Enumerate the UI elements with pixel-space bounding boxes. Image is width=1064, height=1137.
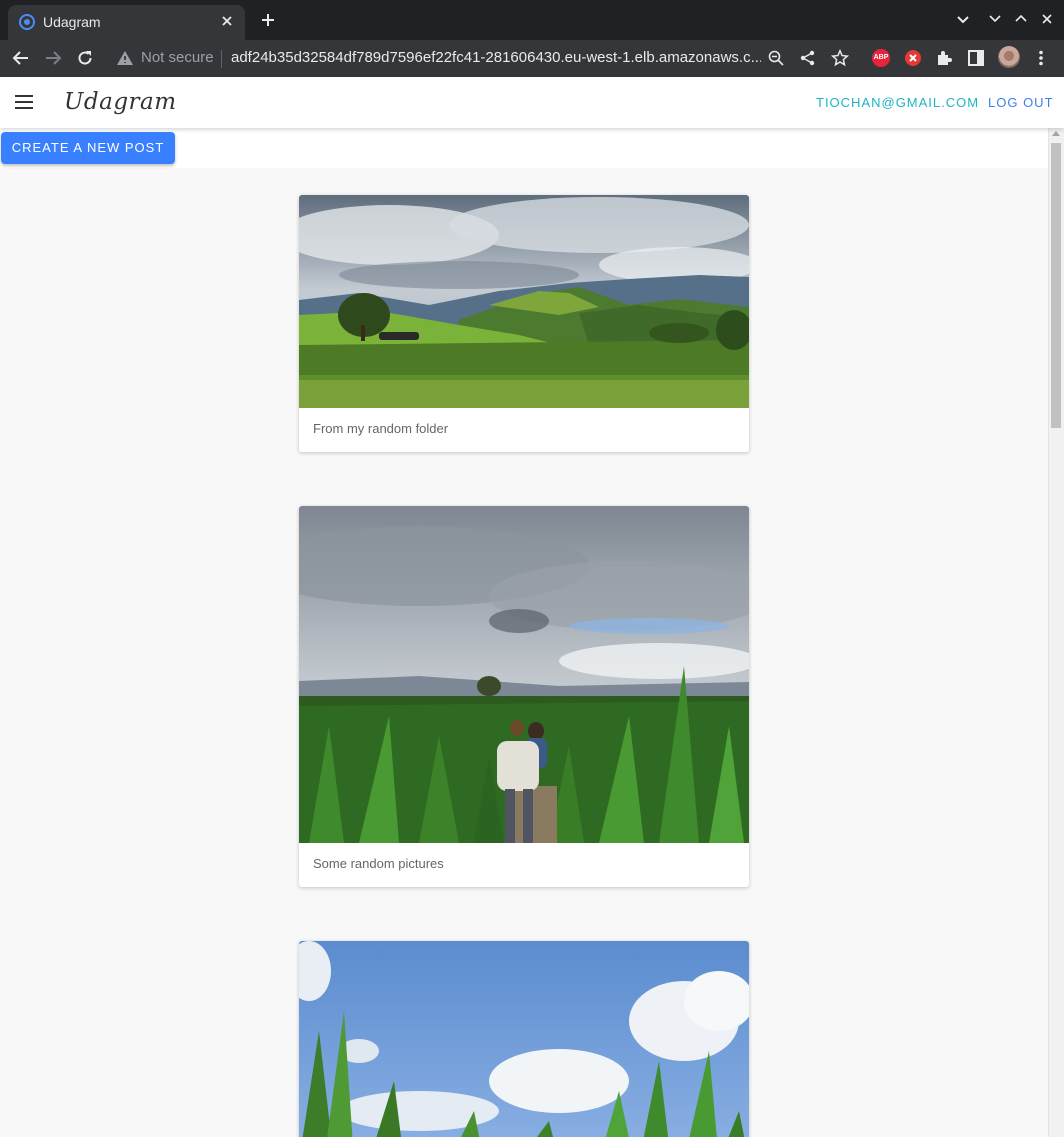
post-image-hills[interactable] <box>299 195 749 408</box>
scroll-up-arrow-icon[interactable] <box>1052 131 1060 136</box>
hamburger-menu-icon[interactable] <box>15 95 33 109</box>
back-arrow-icon[interactable] <box>12 49 30 67</box>
browser-tab[interactable]: Udagram <box>8 5 245 40</box>
extensions-puzzle-icon[interactable] <box>935 49 953 67</box>
post-image-corn-sky[interactable] <box>299 941 749 1137</box>
bookmark-star-icon[interactable] <box>831 49 849 67</box>
app-favicon-icon <box>19 14 35 30</box>
post-card <box>299 941 749 1137</box>
security-status[interactable]: Not secure <box>141 49 214 66</box>
post-caption: From my random folder <box>313 421 449 436</box>
side-panel-icon[interactable] <box>967 49 985 67</box>
forward-arrow-icon[interactable] <box>44 49 62 67</box>
window-close-icon[interactable] <box>1040 12 1054 26</box>
minimize-icon[interactable] <box>988 12 1002 26</box>
reload-icon[interactable] <box>76 49 94 67</box>
tab-search-icon[interactable] <box>956 12 970 26</box>
new-tab-icon[interactable] <box>260 12 276 28</box>
tab-title: Udagram <box>43 14 101 30</box>
browser-menu-icon[interactable] <box>1032 49 1050 67</box>
blocker-extension-icon[interactable] <box>904 49 922 67</box>
post-card: From my random folder <box>299 195 749 452</box>
logout-button[interactable]: LOG OUT <box>988 95 1054 110</box>
scrollbar-thumb[interactable] <box>1051 143 1061 428</box>
create-post-button[interactable]: CREATE A NEW POST <box>1 132 175 164</box>
adblock-extension-icon[interactable]: ABP <box>872 49 890 67</box>
warning-icon[interactable] <box>116 49 134 67</box>
user-email-link[interactable]: TIOCHAN@GMAIL.COM <box>816 95 979 110</box>
profile-avatar[interactable] <box>998 46 1020 68</box>
omnibox-divider <box>221 50 222 68</box>
tab-close-icon[interactable] <box>219 13 235 29</box>
browser-tab-strip: Udagram <box>0 0 1064 40</box>
maximize-icon[interactable] <box>1014 12 1028 26</box>
zoom-icon[interactable] <box>767 49 785 67</box>
post-image-cornfield[interactable] <box>299 506 749 843</box>
app-logo[interactable]: Udagram <box>64 89 177 115</box>
app-header: Udagram TIOCHAN@GMAIL.COM LOG OUT <box>0 77 1064 128</box>
post-caption: Some random pictures <box>313 856 444 871</box>
post-card: Some random pictures <box>299 506 749 887</box>
share-icon[interactable] <box>799 49 817 67</box>
address-bar[interactable]: adf24b35d32584df789d7596ef22fc41-2816064… <box>231 49 761 66</box>
